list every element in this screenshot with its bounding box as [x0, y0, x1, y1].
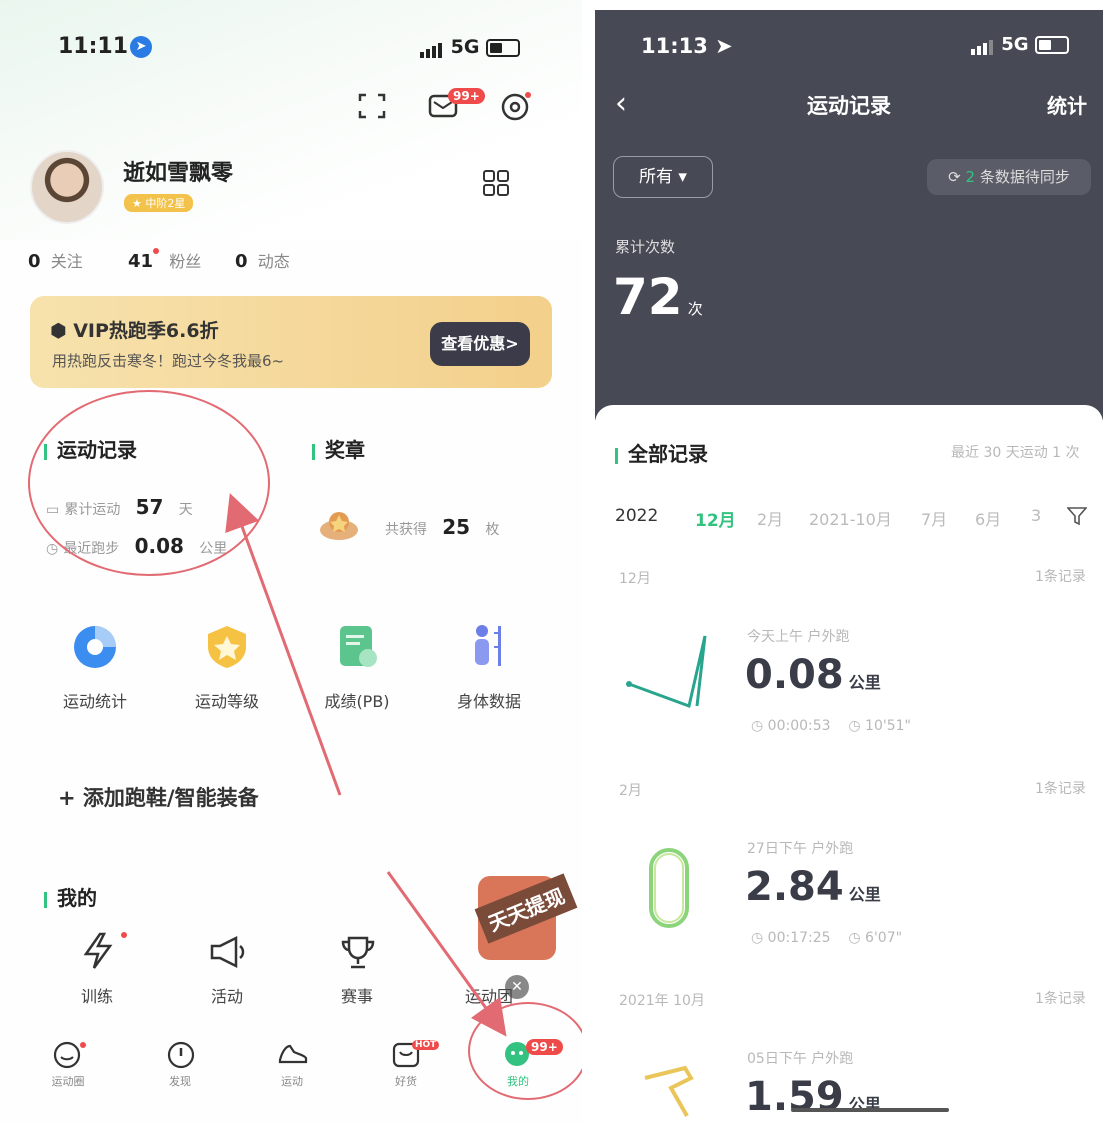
month-tab[interactable]: 2021-10月 [809, 506, 892, 530]
home-indicator [791, 1108, 949, 1112]
group-count: 1条记录 [1035, 569, 1086, 585]
record-distance-value: 0.08 [745, 652, 844, 698]
group-month: 2021年 10月 [619, 993, 705, 1009]
record-time: 27日下午 户外跑 [747, 841, 854, 857]
right-status-icons: 5G [971, 34, 1069, 55]
section-accent [615, 447, 618, 464]
group-count: 1条记录 [1035, 781, 1086, 797]
route-thumbnail [649, 848, 689, 928]
record-time: 今天上午 户外跑 [747, 629, 850, 645]
total-label: 累计次数 [615, 238, 676, 256]
month-tab[interactable]: 7月 [921, 506, 947, 530]
record-distance[interactable]: 0.08 公里 [745, 652, 881, 698]
battery-icon [1034, 36, 1069, 54]
right-status-time: 11:13 [641, 34, 708, 58]
month-tab-active[interactable]: 12月 [695, 506, 736, 531]
record-duration: 00:00:53 [767, 718, 831, 734]
total-value: 72 [613, 268, 683, 326]
record-distance[interactable]: 2.84 公里 [745, 864, 881, 910]
all-records-title: 全部记录 [615, 438, 708, 467]
filter-funnel-icon[interactable] [1067, 506, 1087, 526]
total-count: 72 次 [613, 268, 703, 326]
route-thumbnail [644, 1065, 694, 1117]
month-tab[interactable]: 3 [1031, 506, 1041, 525]
right-network: 5G [1001, 34, 1029, 55]
page-title: 运动记录 [807, 94, 891, 118]
right-phone-screen: 11:13 ➤ 5G ‹ 运动记录 统计 所有 ▾ ⟳ 2 条数据待同步 累计次… [595, 10, 1103, 1123]
month-tab[interactable]: 2月 [757, 506, 783, 530]
signal-icon [971, 34, 995, 55]
record-meta: ◷ 00:17:25 ◷ 6'07" [751, 930, 903, 946]
record-pace: 10'51" [865, 718, 911, 734]
annotation-arrows [225, 493, 507, 1037]
group-count: 1条记录 [1035, 991, 1086, 1007]
sync-text: 条数据待同步 [979, 168, 1070, 186]
record-distance-value: 1.59 [745, 1074, 844, 1120]
back-icon[interactable]: ‹ [615, 86, 627, 121]
group-month: 2月 [619, 783, 642, 799]
status-bar-right: 11:13 ➤ [641, 34, 733, 58]
sync-icon: ⟳ [948, 168, 961, 186]
sync-pending[interactable]: ⟳ 2 条数据待同步 [927, 159, 1091, 195]
filter-dropdown[interactable]: 所有 ▾ [613, 156, 713, 198]
group-month: 12月 [619, 571, 651, 587]
record-duration: 00:17:25 [767, 930, 831, 946]
record-distance[interactable]: 1.59 公里 [745, 1074, 881, 1120]
location-arrow-icon: ➤ [715, 34, 733, 58]
recent-summary: 最近 30 天运动 1 次 [951, 445, 1080, 461]
stats-link[interactable]: 统计 [1047, 90, 1087, 119]
route-thumbnail [626, 635, 707, 708]
record-distance-unit: 公里 [848, 673, 881, 692]
record-pace: 6'07" [865, 930, 903, 946]
total-unit: 次 [687, 300, 703, 318]
record-distance-unit: 公里 [848, 885, 881, 904]
month-tab[interactable]: 6月 [975, 506, 1001, 530]
record-distance-value: 2.84 [745, 864, 844, 910]
record-time: 05日下午 户外跑 [747, 1051, 854, 1067]
year-label[interactable]: 2022 [615, 506, 658, 526]
left-phone-screen: 11:11➤ 5G 99+ 逝如雪飘零 ★ 中阶2星 0 关注 41 粉丝 0 [0, 0, 582, 1123]
records-header-bg [595, 10, 1103, 420]
all-records-text: 全部记录 [628, 442, 708, 466]
sync-count: 2 [965, 168, 976, 186]
record-meta: ◷ 00:00:53 ◷ 10'51" [751, 718, 911, 734]
